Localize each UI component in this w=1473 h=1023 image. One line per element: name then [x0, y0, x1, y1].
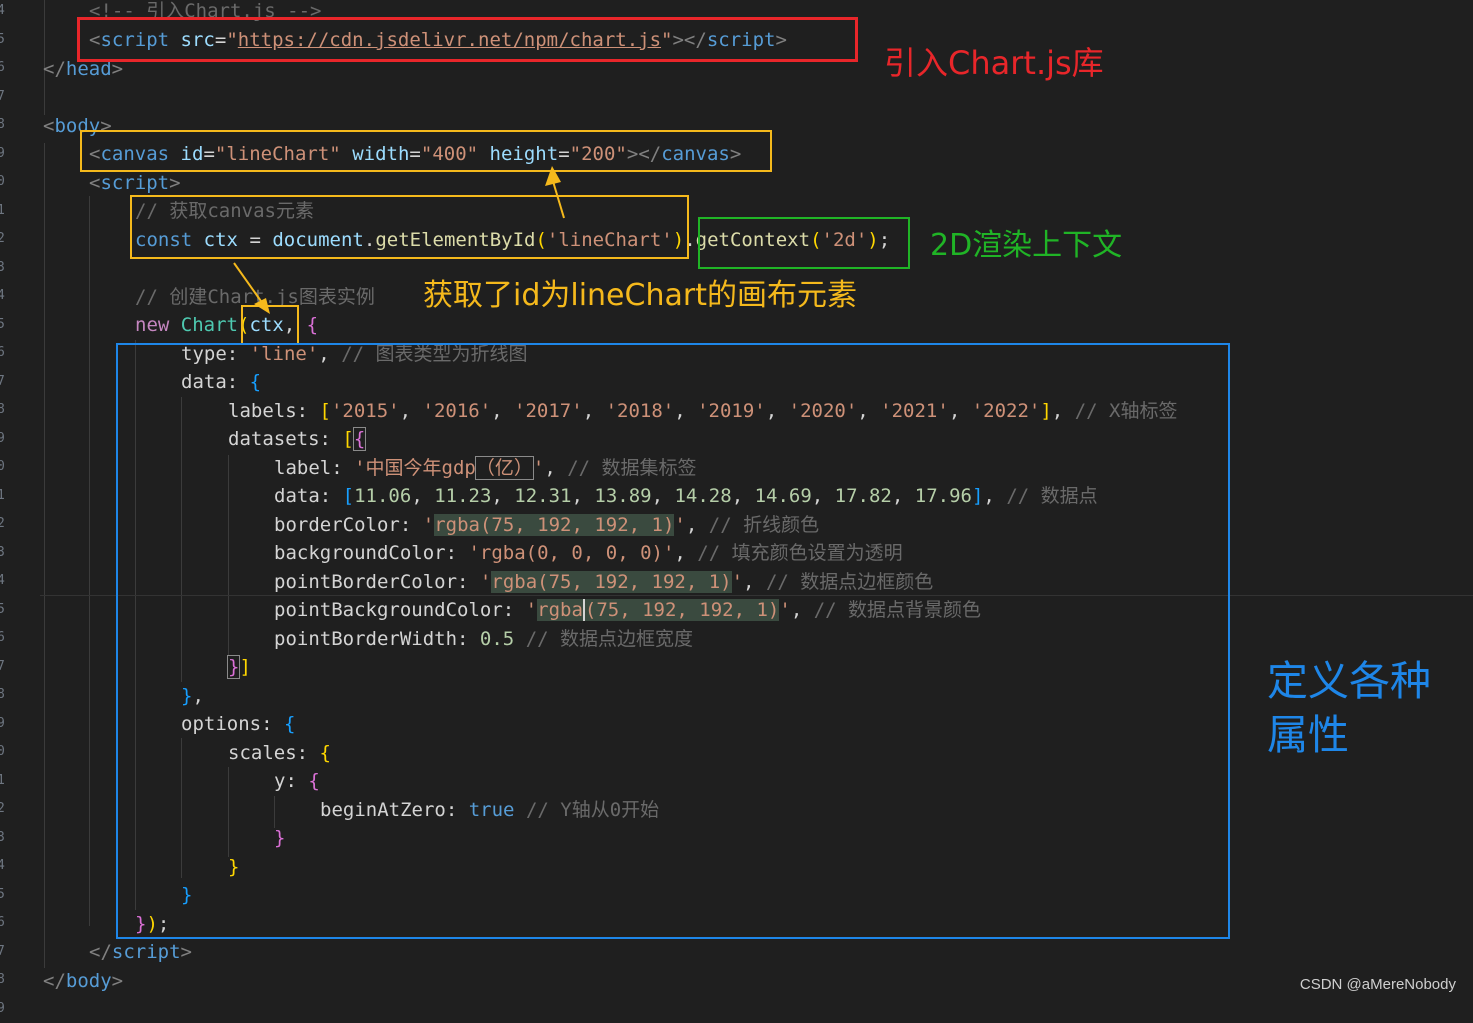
note-import-lib: 引入Chart.js库 — [884, 44, 1104, 82]
note-define-props: 定义各种 属性 — [1267, 657, 1431, 759]
note-get-canvas: 获取了id为lineChart的画布元素 — [423, 278, 857, 313]
code-editor[interactable]: 456789012345678901234567890123456789 <!-… — [0, 0, 1473, 1016]
watermark: CSDN @aMereNobody — [1299, 976, 1456, 993]
annotation-arrows — [233, 166, 565, 314]
note-2d-context: 2D渲染上下文 — [930, 228, 1123, 263]
